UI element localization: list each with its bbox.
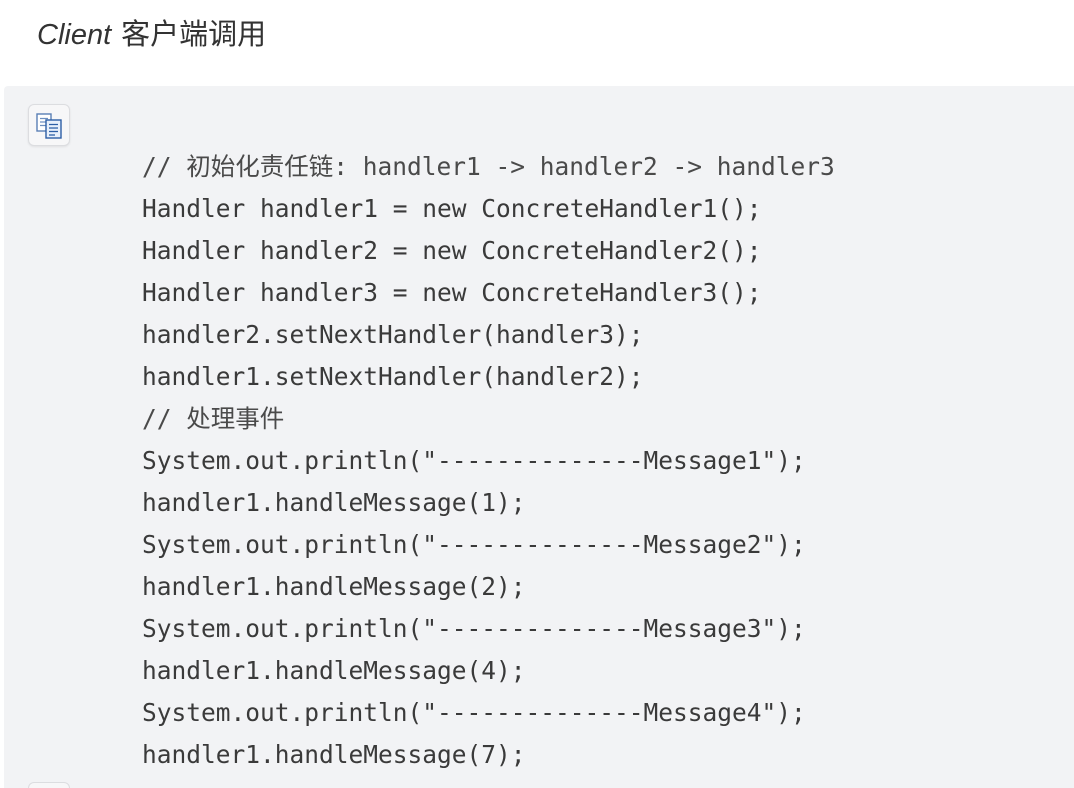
- code-line: Handler handler3 = new ConcreteHandler3(…: [142, 278, 762, 307]
- next-code-block-copy-button[interactable]: [28, 782, 70, 788]
- code-line: Handler handler2 = new ConcreteHandler2(…: [142, 236, 762, 265]
- code-line: handler2.setNextHandler(handler3);: [142, 320, 644, 349]
- copy-code-button[interactable]: [28, 104, 70, 146]
- copy-icon: [36, 113, 62, 139]
- heading-cjk-text: 客户端调用: [121, 17, 267, 51]
- code-line: System.out.println("--------------Messag…: [142, 698, 806, 727]
- code-block: // 初始化责任链: handler1 -> handler2 -> handl…: [4, 86, 1074, 788]
- code-line: System.out.println("--------------Messag…: [142, 614, 806, 643]
- code-line-comment: // 处理事件: [142, 404, 285, 433]
- code-line: handler1.handleMessage(7);: [142, 740, 526, 769]
- code-line: handler1.handleMessage(2);: [142, 572, 526, 601]
- page: Client 客户端调用 // 初始化责任链: handler1 -> handl…: [0, 0, 1074, 788]
- code-line: handler1.setNextHandler(handler2);: [142, 362, 644, 391]
- code-line: System.out.println("--------------Messag…: [142, 530, 806, 559]
- code-line: handler1.handleMessage(4);: [142, 656, 526, 685]
- code-content: // 初始化责任链: handler1 -> handler2 -> handl…: [142, 146, 835, 776]
- section-heading: Client 客户端调用: [37, 12, 266, 56]
- code-line: System.out.println("--------------Messag…: [142, 446, 806, 475]
- code-line: handler1.handleMessage(1);: [142, 488, 526, 517]
- code-line-comment: // 初始化责任链: handler1 -> handler2 -> handl…: [142, 152, 835, 181]
- heading-latin-text: Client: [37, 19, 112, 51]
- code-line: Handler handler1 = new ConcreteHandler1(…: [142, 194, 762, 223]
